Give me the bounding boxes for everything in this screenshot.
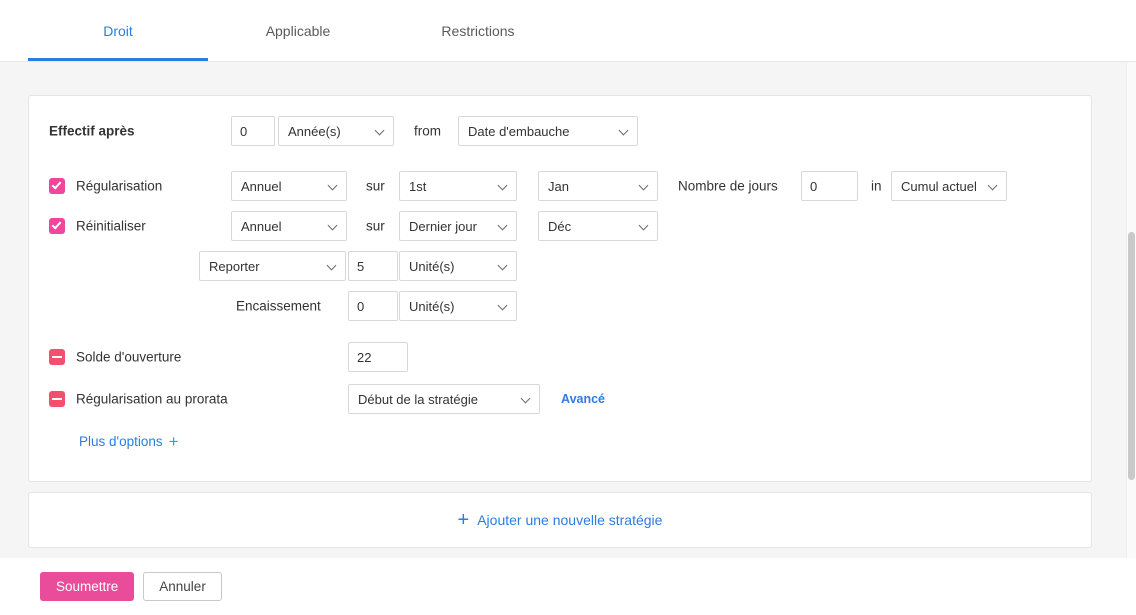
carryover-type-value: Reporter [209,258,260,274]
effective-after-unit-value: Année(s) [288,123,341,139]
effective-from-value: Date d'embauche [468,123,570,139]
accrual-on-label: sur [366,178,385,194]
chevron-down-icon [497,220,508,231]
carryover-value-input[interactable] [348,251,398,281]
checkmark-icon [51,179,62,190]
chevron-down-icon [326,260,337,271]
prorate-row: Régularisation au prorata Début de la st… [29,384,1091,414]
chevron-down-icon [374,125,385,136]
chevron-down-icon [618,125,629,136]
reset-label: Réinitialiser [76,218,146,234]
cancel-button[interactable]: Annuler [143,572,222,601]
accrual-day-select[interactable]: 1st [399,171,517,201]
checkmark-icon [51,219,62,230]
opening-balance-label: Solde d'ouverture [76,349,182,365]
reset-checkbox[interactable] [49,218,65,234]
from-label: from [414,123,441,139]
more-options-link[interactable]: Plus d'options + [79,433,179,450]
chevron-down-icon [497,300,508,311]
prorate-value: Début de la stratégie [358,391,478,407]
chevron-down-icon [497,260,508,271]
add-strategy-label: Ajouter une nouvelle stratégie [477,512,663,528]
encashment-unit-select[interactable]: Unité(s) [399,291,517,321]
accumulation-value: Cumul actuel [901,178,977,194]
encashment-row: Encaissement Unité(s) [29,291,1091,321]
plus-icon: + [168,432,179,451]
carryover-unit-value: Unité(s) [409,258,455,274]
accrual-frequency-value: Annuel [241,178,282,194]
strategy-card: Effectif après Année(s) from Date d'emba… [28,95,1092,482]
reset-month-value: Déc [548,218,572,234]
more-options-row: Plus d'options + [29,433,1091,455]
reset-day-select[interactable]: Dernier jour [399,211,517,241]
add-strategy-button[interactable]: + Ajouter une nouvelle stratégie [458,510,663,530]
tab-applicable-label: Applicable [265,22,331,39]
encashment-unit-value: Unité(s) [409,298,455,314]
reset-row: Réinitialiser Annuel sur Dernier jour Dé… [29,211,1091,241]
accumulation-select[interactable]: Cumul actuel [891,171,1007,201]
tab-restrictions-label: Restrictions [441,22,515,39]
days-count-input[interactable] [801,171,858,201]
reset-day-value: Dernier jour [409,218,477,234]
accrual-label: Régularisation [76,178,163,194]
plus-icon: + [457,509,470,531]
tab-applicable[interactable]: Applicable [208,0,388,61]
carryover-type-select[interactable]: Reporter [199,251,346,281]
effective-from-select[interactable]: Date d'embauche [458,116,638,146]
opening-balance-checkbox[interactable] [49,349,65,365]
accrual-checkbox[interactable] [49,178,65,194]
accrual-day-value: 1st [409,178,427,194]
chevron-down-icon [327,220,338,231]
vertical-scrollbar [1126,62,1136,615]
tab-bar: Droit Applicable Restrictions [0,0,1136,62]
days-count-label: Nombre de jours [678,178,778,194]
prorate-label: Régularisation au prorata [76,391,228,407]
reset-frequency-select[interactable]: Annuel [231,211,347,241]
effective-after-value-input[interactable] [231,116,275,146]
carryover-row: Reporter Unité(s) [29,251,1091,281]
submit-button[interactable]: Soumettre [40,572,135,601]
opening-balance-row: Solde d'ouverture [29,342,1091,372]
opening-balance-input[interactable] [348,342,408,372]
accrual-row: Régularisation Annuel sur 1st Jan Nombre… [29,171,1091,201]
chevron-down-icon [987,180,998,191]
tab-droit-label: Droit [103,22,133,39]
effective-after-unit-select[interactable]: Année(s) [278,116,394,146]
tab-droit[interactable]: Droit [28,0,208,61]
accrual-month-value: Jan [548,178,569,194]
accrual-frequency-select[interactable]: Annuel [231,171,347,201]
more-options-label: Plus d'options [79,434,163,449]
chevron-down-icon [638,180,649,191]
advanced-link[interactable]: Avancé [561,392,605,406]
chevron-down-icon [638,220,649,231]
accrual-month-select[interactable]: Jan [538,171,658,201]
chevron-down-icon [497,180,508,191]
chevron-down-icon [520,393,531,404]
content-area: Effectif après Année(s) from Date d'emba… [0,62,1136,558]
reset-on-label: sur [366,218,385,234]
tab-restrictions[interactable]: Restrictions [388,0,568,61]
in-label: in [871,178,882,194]
dash-icon [52,398,62,400]
chevron-down-icon [327,180,338,191]
effective-after-row: Effectif après Année(s) from Date d'emba… [29,116,1091,146]
prorate-checkbox[interactable] [49,391,65,407]
dash-icon [52,356,62,358]
carryover-unit-select[interactable]: Unité(s) [399,251,517,281]
prorate-select[interactable]: Début de la stratégie [348,384,540,414]
footer: Soumettre Annuler [0,558,1136,615]
effective-after-label: Effectif après [49,123,135,139]
reset-frequency-value: Annuel [241,218,282,234]
reset-month-select[interactable]: Déc [538,211,658,241]
encashment-value-input[interactable] [348,291,398,321]
scrollbar-thumb[interactable] [1128,232,1135,480]
add-strategy-card: + Ajouter une nouvelle stratégie [28,492,1092,548]
encashment-label: Encaissement [236,298,321,314]
